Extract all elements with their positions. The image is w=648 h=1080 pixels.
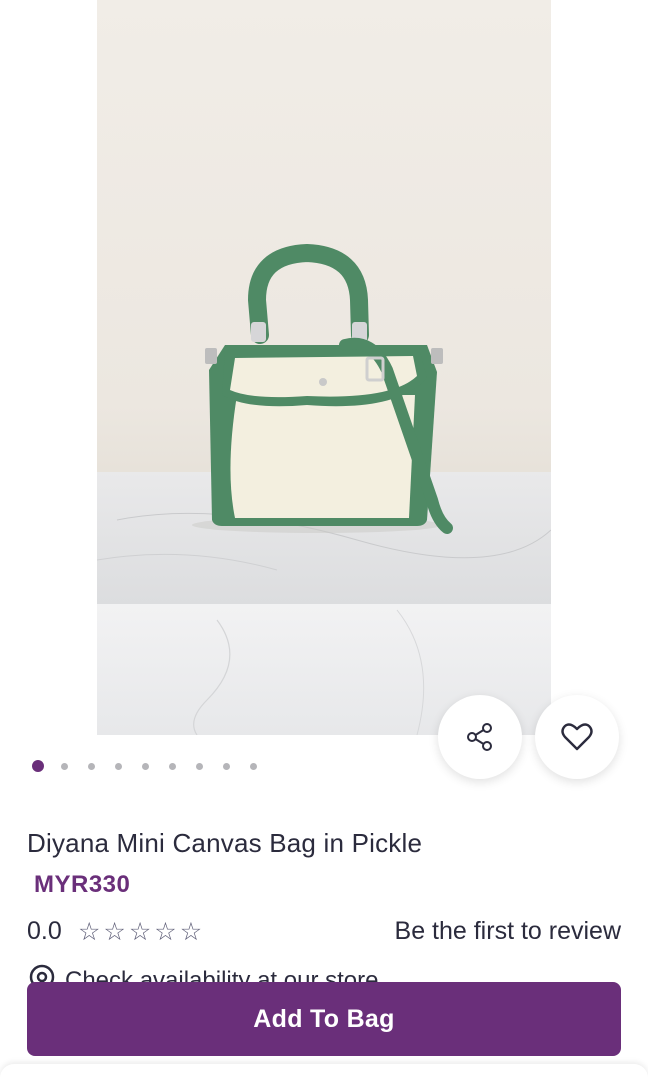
carousel-dot-9[interactable] <box>250 762 257 770</box>
carousel-dot-1[interactable] <box>32 760 44 772</box>
write-review-link[interactable]: Be the first to review <box>395 917 621 946</box>
carousel-indicator <box>32 759 277 773</box>
carousel-dot-2[interactable] <box>61 762 68 770</box>
rating-value: 0.0 <box>27 917 62 945</box>
carousel-dot-7[interactable] <box>196 762 203 770</box>
handbag-illustration <box>97 243 551 735</box>
product-price: MYR330 <box>34 871 131 898</box>
bottom-sheet-edge <box>0 1064 648 1080</box>
rating-stars[interactable]: ☆ ☆ ☆ ☆ ☆ <box>78 918 205 946</box>
share-icon <box>467 723 492 751</box>
carousel-dot-6[interactable] <box>169 762 176 770</box>
carousel-dot-5[interactable] <box>142 762 149 770</box>
star-empty-icon: ☆ <box>103 917 126 946</box>
add-to-bag-button[interactable]: Add To Bag <box>27 982 621 1056</box>
star-empty-icon: ☆ <box>128 917 152 946</box>
star-empty-icon: ☆ <box>179 917 203 946</box>
wishlist-button[interactable] <box>535 695 619 779</box>
product-title: Diyana Mini Canvas Bag in Pickle <box>27 828 423 858</box>
share-button[interactable] <box>438 695 522 779</box>
carousel-dot-4[interactable] <box>115 762 122 770</box>
product-image[interactable] <box>97 0 551 735</box>
carousel-dot-3[interactable] <box>88 762 95 770</box>
carousel-dot-8[interactable] <box>223 762 230 770</box>
star-empty-icon: ☆ <box>78 917 101 946</box>
star-empty-icon: ☆ <box>154 917 177 946</box>
heart-icon <box>561 723 593 751</box>
